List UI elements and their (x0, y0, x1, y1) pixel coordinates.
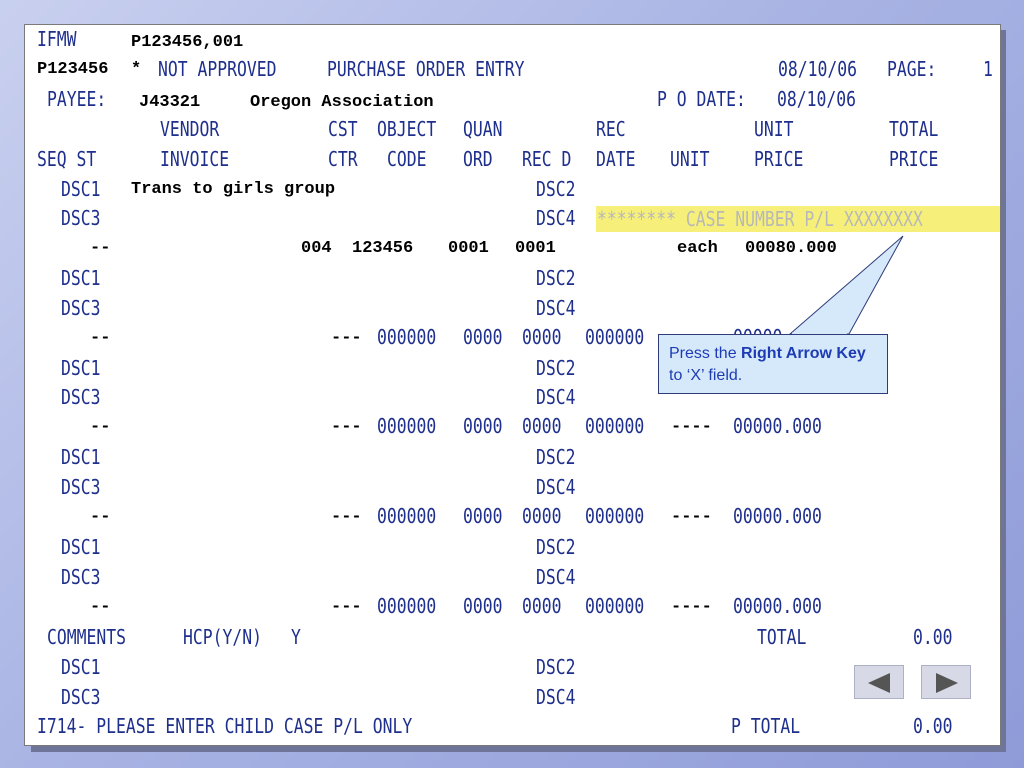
next-slide-button[interactable] (921, 665, 971, 699)
callout-suffix: to ‘X’ field. (669, 366, 743, 384)
callout-bold: Right Arrow Key (741, 345, 866, 362)
previous-slide-button[interactable] (854, 665, 904, 699)
triangle-right-icon (936, 673, 958, 693)
instruction-callout: Press the Right Arrow Key to ‘X’ field. (658, 334, 888, 394)
triangle-left-icon (868, 673, 890, 693)
callout-prefix: Press the (669, 345, 742, 362)
terminal-screen: IFMW P123456,001 P123456 * NOT APPROVED … (24, 24, 1001, 746)
